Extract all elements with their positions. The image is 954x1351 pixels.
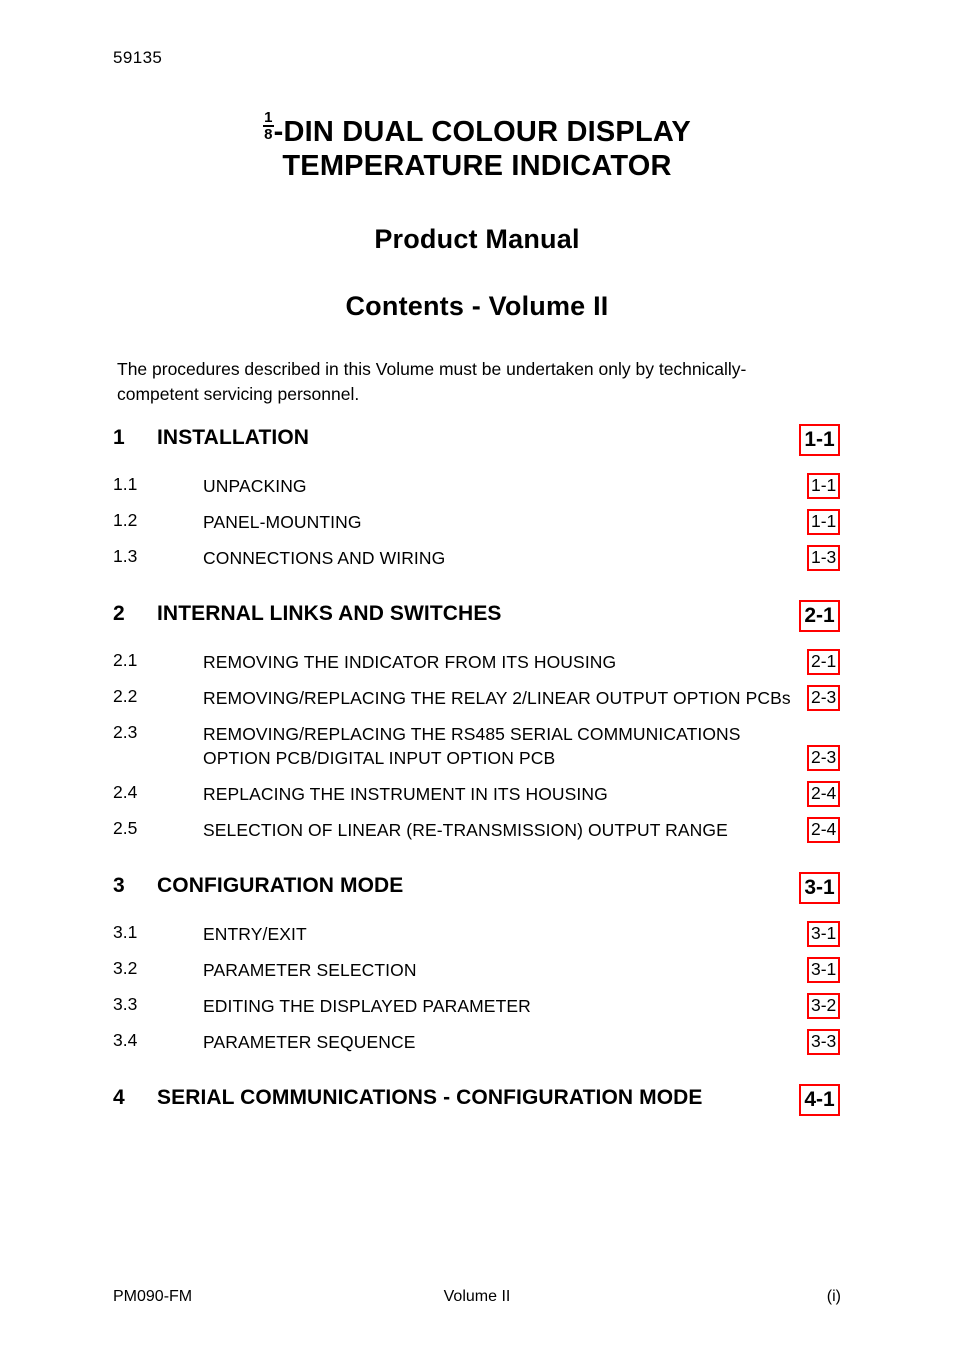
toc-section-row[interactable]: 1.1 UNPACKING 1-1 (0, 470, 954, 506)
toc-entry-label: INSTALLATION (157, 426, 310, 449)
toc-page-number-box[interactable]: 2-3 (807, 745, 841, 771)
toc-page-number-box[interactable]: 2-1 (799, 600, 840, 632)
toc-entry-label: PANEL-MOUNTING (203, 512, 362, 532)
toc-section-row[interactable]: 3.3 EDITING THE DISPLAYED PARAMETER 3-2 (0, 990, 954, 1026)
toc-entry-label: REPLACING THE INSTRUMENT IN ITS HOUSING (203, 784, 608, 804)
toc-section-row[interactable]: 1.2 PANEL-MOUNTING 1-1 (0, 506, 954, 542)
toc-page-number-box[interactable]: 4-1 (799, 1084, 840, 1116)
toc-entry-label: SELECTION OF LINEAR (RE-TRANSMISSION) OU… (203, 820, 728, 840)
toc-section-row[interactable]: 2.2 REMOVING/REPLACING THE RELAY 2/LINEAR… (0, 682, 954, 718)
toc-entry-number: 1.2 (113, 510, 138, 530)
toc-entry-number: 2.5 (113, 818, 138, 838)
toc-section-row[interactable]: 3.2 PARAMETER SELECTION 3-1 (0, 954, 954, 990)
toc-entry-label: PARAMETER SELECTION (203, 960, 417, 980)
toc-entry-label: REMOVING THE INDICATOR FROM ITS HOUSING (203, 652, 617, 672)
contents-volume-heading: Contents - Volume II (345, 291, 609, 321)
toc-page-number-box[interactable]: 1-1 (807, 473, 841, 499)
toc-entry-number: 3.4 (113, 1030, 138, 1050)
main-title: 1 8 -DIN DUAL COLOUR DISPLAY TEMPERATURE I… (0, 109, 954, 183)
intro-paragraph: The procedures described in this Volume … (117, 359, 747, 404)
toc-chapter-row[interactable]: 2 INTERNAL LINKS AND SWITCHES 2-1 (0, 596, 954, 640)
fraction-numerator: 1 (263, 109, 274, 127)
toc-entry-label: SERIAL COMMUNICATIONS - CONFIGURATION MO… (157, 1086, 703, 1109)
toc-entry-number: 3.3 (113, 994, 138, 1014)
toc-page-number-box[interactable]: 3-1 (807, 957, 841, 983)
fraction-one-eighth: 18 (263, 109, 274, 143)
product-manual-heading: Product Manual (374, 224, 580, 254)
toc-entry-number: 4 (113, 1086, 125, 1109)
footer-volume: Volume II (443, 1288, 511, 1305)
toc-page-number-box[interactable]: 3-1 (799, 872, 840, 904)
toc-entry-number: 2.2 (113, 686, 138, 706)
toc-page-number-box[interactable]: 3-1 (807, 921, 841, 947)
main-title-line1: -DIN DUAL COLOUR DISPLAY (273, 116, 691, 148)
toc-entry-label: REMOVING/REPLACING THE RS485 SERIAL COMM… (203, 724, 741, 768)
toc-page-number-box[interactable]: 3-2 (807, 993, 841, 1019)
toc-entry-number: 2.4 (113, 782, 138, 802)
toc-page-number-box[interactable]: 1-1 (799, 424, 840, 456)
table-of-contents: 1 INSTALLATION 1-1 1.1 UNPACKING 1-1 1.2 PANEL-… (0, 420, 954, 1124)
toc-page-number-box[interactable]: 2-1 (807, 649, 841, 675)
document-number: 59135 (113, 48, 163, 67)
toc-page-number-box[interactable]: 3-3 (807, 1029, 841, 1055)
toc-chapter-row[interactable]: 4 SERIAL COMMUNICATIONS - CONFIGURATION M… (0, 1080, 954, 1124)
toc-entry-label: CONFIGURATION MODE (157, 874, 404, 897)
toc-entry-number: 2 (113, 602, 125, 625)
toc-entry-number: 2.1 (113, 650, 138, 670)
toc-entry-number: 2.3 (113, 722, 138, 742)
toc-entry-number: 1.1 (113, 474, 138, 494)
toc-entry-number: 3.2 (113, 958, 138, 978)
toc-chapter-row[interactable]: 1 INSTALLATION 1-1 (0, 420, 954, 464)
toc-entry-label: ENTRY/EXIT (203, 924, 307, 944)
toc-page-number-box[interactable]: 2-4 (807, 781, 841, 807)
toc-entry-label: EDITING THE DISPLAYED PARAMETER (203, 996, 531, 1016)
toc-entry-label: INTERNAL LINKS AND SWITCHES (157, 602, 502, 625)
toc-entry-label: REMOVING/REPLACING THE RELAY 2/LINEAR OU… (203, 688, 791, 708)
toc-section-row[interactable]: 3.1 ENTRY/EXIT 3-1 (0, 918, 954, 954)
toc-entry-number: 3 (113, 874, 125, 897)
toc-section-row[interactable]: 2.5 SELECTION OF LINEAR (RE-TRANSMISSION)… (0, 814, 954, 850)
toc-entry-number: 3.1 (113, 922, 138, 942)
toc-entry-label: CONNECTIONS AND WIRING (203, 548, 446, 568)
toc-page-number-box[interactable]: 1-3 (807, 545, 841, 571)
main-title-line2: TEMPERATURE INDICATOR (282, 150, 672, 182)
toc-entry-label: PARAMETER SEQUENCE (203, 1032, 416, 1052)
toc-page-number-box[interactable]: 2-4 (807, 817, 841, 843)
toc-page-number-box[interactable]: 1-1 (807, 509, 841, 535)
document-title: 1 8 -DIN DUAL COLOUR DISPLAY TEMPERATURE I… (0, 109, 954, 183)
toc-chapter-row[interactable]: 3 CONFIGURATION MODE 3-1 (0, 868, 954, 912)
toc-section-row[interactable]: 1.3 CONNECTIONS AND WIRING 1-3 (0, 542, 954, 578)
toc-page-number-box[interactable]: 2-3 (807, 685, 841, 711)
toc-entry-number: 1 (113, 426, 125, 449)
toc-section-row[interactable]: 2.4 REPLACING THE INSTRUMENT IN ITS HOUSI… (0, 778, 954, 814)
fraction-denominator: 8 (264, 126, 273, 143)
toc-section-row[interactable]: 3.4 PARAMETER SEQUENCE 3-3 (0, 1026, 954, 1062)
toc-section-row[interactable]: 2.1 REMOVING THE INDICATOR FROM ITS HOUSI… (0, 646, 954, 682)
toc-section-row[interactable]: 2.3 REMOVING/REPLACING THE RS485 SERIAL C… (0, 718, 954, 778)
toc-entry-label: UNPACKING (203, 476, 307, 496)
footer-page-number: (i) (826, 1288, 841, 1305)
toc-entry-number: 1.3 (113, 546, 138, 566)
